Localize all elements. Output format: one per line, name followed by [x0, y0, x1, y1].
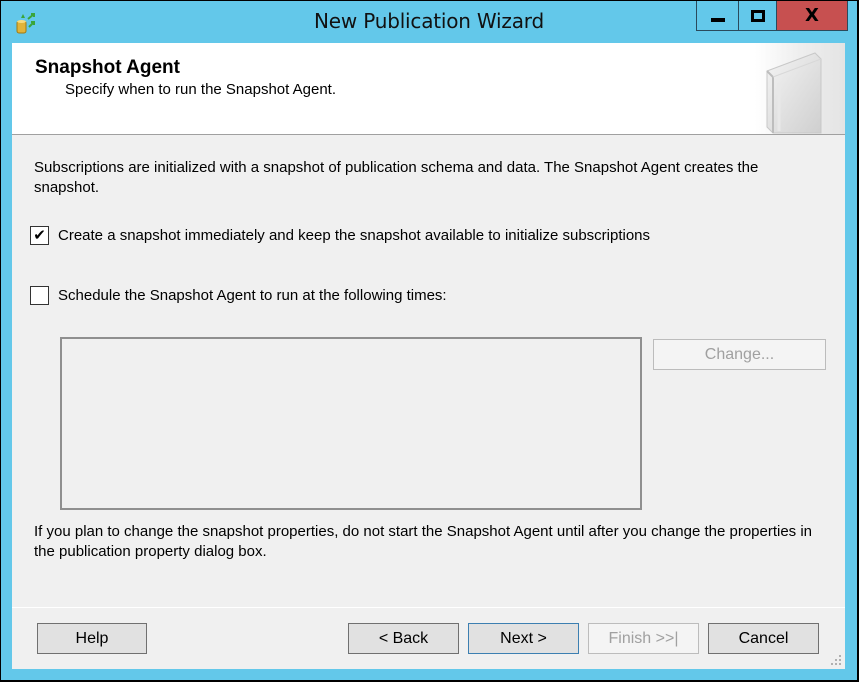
- header-graphic: [755, 43, 845, 134]
- window-controls: X: [696, 1, 848, 31]
- note-text: If you plan to change the snapshot prope…: [34, 523, 813, 560]
- create-snapshot-label: Create a snapshot immediately and keep t…: [58, 227, 651, 244]
- minimize-button[interactable]: [697, 1, 739, 30]
- cancel-button[interactable]: Cancel: [708, 623, 819, 654]
- footer-divider: [12, 607, 845, 608]
- next-button[interactable]: Next >: [468, 623, 579, 654]
- wizard-header: Snapshot Agent Specify when to run the S…: [12, 43, 845, 135]
- title-bar[interactable]: New Publication Wizard X: [1, 1, 857, 43]
- schedule-snapshot-label: Schedule the Snapshot Agent to run at th…: [58, 287, 447, 304]
- close-icon: X: [805, 4, 819, 26]
- create-snapshot-checkbox[interactable]: ✔: [30, 226, 49, 245]
- change-schedule-button[interactable]: Change...: [653, 339, 826, 370]
- finish-button[interactable]: Finish >>|: [588, 623, 699, 654]
- close-button[interactable]: X: [777, 1, 847, 30]
- description-text: Subscriptions are initialized with a sna…: [34, 159, 759, 196]
- resize-grip[interactable]: [829, 653, 841, 665]
- wizard-window: New Publication Wizard X Snapshot Agent …: [0, 0, 859, 682]
- checkmark-icon: ✔: [33, 226, 46, 244]
- schedule-snapshot-option[interactable]: Schedule the Snapshot Agent to run at th…: [30, 286, 447, 305]
- maximize-icon: [750, 9, 765, 22]
- maximize-button[interactable]: [739, 1, 777, 30]
- wizard-client-area: Snapshot Agent Specify when to run the S…: [12, 43, 845, 669]
- schedule-textbox: [60, 337, 642, 510]
- page-subtitle: Specify when to run the Snapshot Agent.: [65, 81, 337, 98]
- page-title: Snapshot Agent: [35, 57, 180, 78]
- create-snapshot-option[interactable]: ✔ Create a snapshot immediately and keep…: [30, 226, 650, 245]
- book-icon: [766, 52, 822, 134]
- back-button[interactable]: < Back: [348, 623, 459, 654]
- minimize-icon: [710, 17, 725, 22]
- help-button[interactable]: Help: [37, 623, 147, 654]
- schedule-snapshot-checkbox[interactable]: [30, 286, 49, 305]
